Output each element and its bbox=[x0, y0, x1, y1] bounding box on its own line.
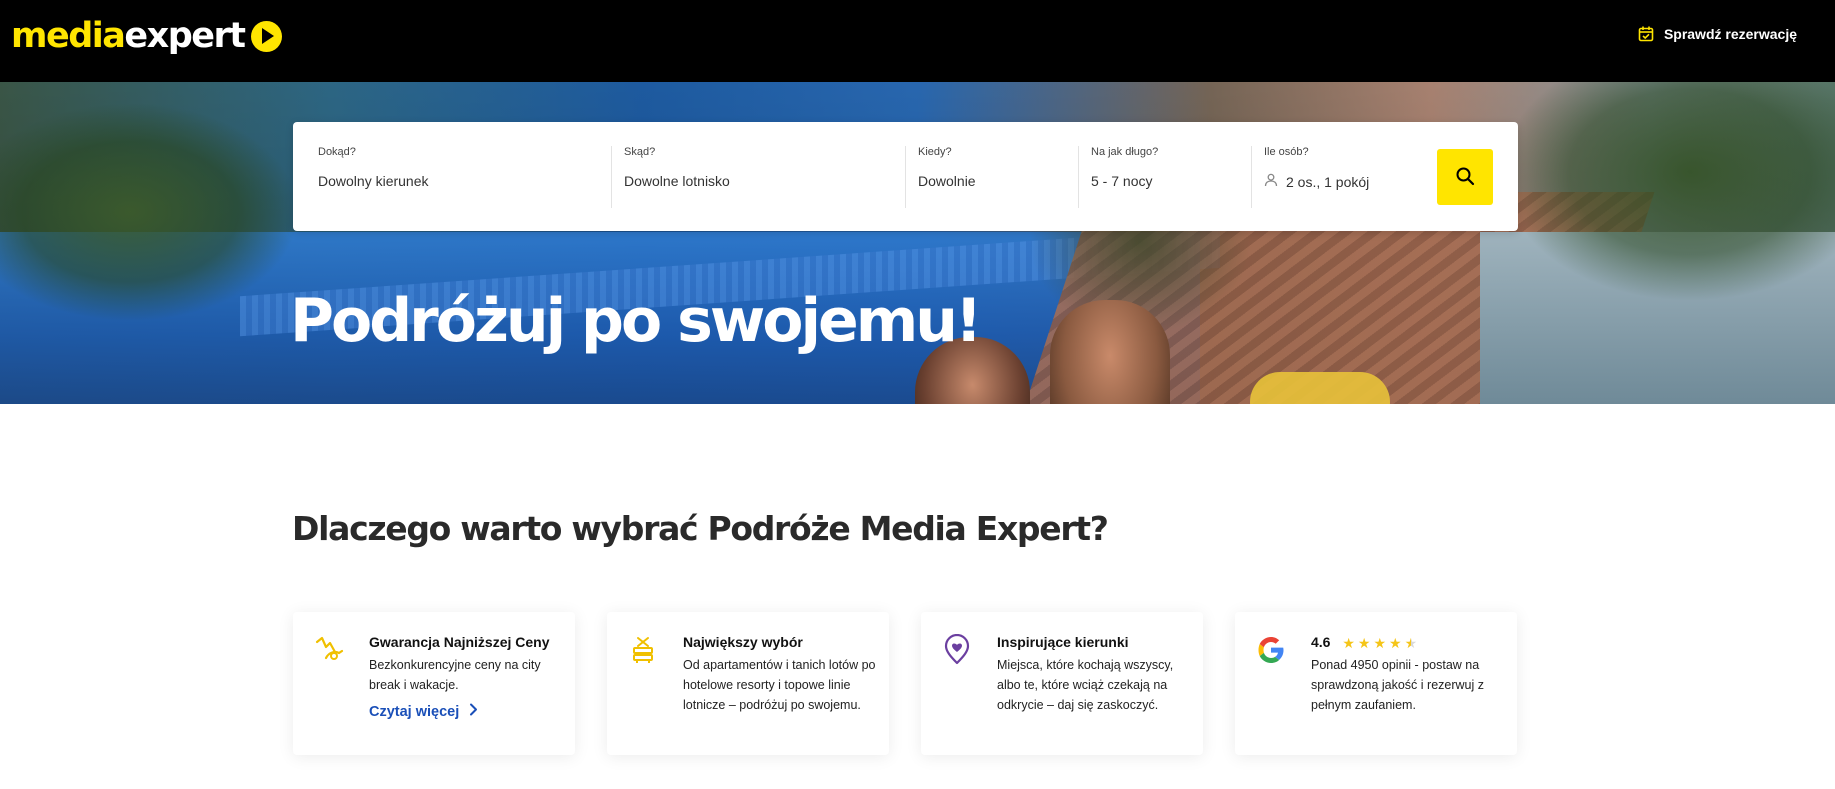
card-description: Bezkonkurencyjne ceny na city break i wa… bbox=[369, 658, 541, 692]
guests-value: 2 os., 1 pokój bbox=[1286, 173, 1370, 190]
guests-field[interactable]: Ile osób? 2 os., 1 pokój bbox=[1264, 146, 1424, 208]
feature-card-inspiring-destinations: Inspirujące kierunki Miejsca, które koch… bbox=[921, 612, 1203, 755]
search-button[interactable] bbox=[1437, 149, 1493, 205]
search-panel: Dokąd? Dowolny kierunek Skąd? Dowolne lo… bbox=[293, 122, 1518, 231]
divider bbox=[611, 146, 612, 208]
duration-value: 5 - 7 nocy bbox=[1091, 173, 1153, 189]
date-value: Dowolnie bbox=[918, 173, 976, 189]
hero-title: Podróżuj po swojemu! bbox=[290, 286, 982, 356]
star-icon: ★ bbox=[1373, 635, 1387, 652]
destination-field[interactable]: Dokąd? Dowolny kierunek bbox=[318, 146, 588, 208]
date-field[interactable]: Kiedy? Dowolnie bbox=[918, 146, 1078, 208]
logo-text-media: media bbox=[11, 16, 126, 56]
card-title: Gwarancja Najniższej Ceny bbox=[369, 634, 550, 650]
duration-label: Na jak długo? bbox=[1091, 146, 1159, 158]
departure-field[interactable]: Skąd? Dowolne lotnisko bbox=[624, 146, 894, 208]
card-description: Ponad 4950 opinii - postaw na sprawdzoną… bbox=[1311, 658, 1484, 712]
beach-chair-icon bbox=[627, 634, 659, 666]
rating-row: 4.6 ★ ★ ★ ★ ★ bbox=[1311, 634, 1417, 650]
card-description: Od apartamentów i tanich lotów po hotelo… bbox=[683, 658, 876, 712]
star-icon: ★ bbox=[1342, 635, 1355, 652]
check-reservation-link[interactable]: Sprawdź rezerwację bbox=[1638, 26, 1797, 42]
divider bbox=[1251, 146, 1252, 208]
departure-value: Dowolne lotnisko bbox=[624, 173, 730, 189]
feature-card-biggest-choice: Największy wybór Od apartamentów i tanic… bbox=[607, 612, 889, 755]
check-reservation-label: Sprawdź rezerwację bbox=[1663, 26, 1797, 42]
star-icon: ★ bbox=[1389, 635, 1402, 652]
destination-label: Dokąd? bbox=[318, 146, 356, 158]
half-star-icon: ★ bbox=[1404, 635, 1418, 652]
duration-field[interactable]: Na jak długo? 5 - 7 nocy bbox=[1091, 146, 1251, 208]
star-rating: ★ ★ ★ ★ ★ bbox=[1342, 636, 1417, 650]
divider bbox=[905, 146, 906, 208]
heart-location-icon bbox=[941, 634, 973, 666]
read-more-link[interactable]: Czytaj więcej bbox=[369, 703, 478, 720]
logo-play-icon bbox=[250, 20, 282, 52]
lowest-price-icon bbox=[313, 634, 345, 666]
read-more-label: Czytaj więcej bbox=[369, 703, 460, 720]
card-title: Inspirujące kierunki bbox=[997, 634, 1129, 650]
destination-value: Dowolny kierunek bbox=[318, 173, 429, 189]
media-expert-logo[interactable]: media expert bbox=[11, 14, 282, 58]
star-icon: ★ bbox=[1357, 635, 1371, 652]
person-icon bbox=[1264, 173, 1278, 190]
chevron-right-icon bbox=[469, 703, 478, 720]
card-description: Miejsca, które kochają wszyscy, albo te,… bbox=[997, 658, 1174, 712]
departure-label: Skąd? bbox=[624, 146, 656, 158]
logo-text-expert: expert bbox=[124, 16, 246, 56]
date-label: Kiedy? bbox=[918, 146, 952, 158]
section-title: Dlaczego warto wybrać Podróże Media Expe… bbox=[292, 509, 1109, 548]
feature-card-google-rating: 4.6 ★ ★ ★ ★ ★ Ponad 4950 opinii - postaw… bbox=[1235, 612, 1517, 755]
divider bbox=[1078, 146, 1079, 208]
guests-label: Ile osób? bbox=[1264, 146, 1309, 158]
calendar-check-icon bbox=[1638, 26, 1654, 42]
top-header: media expert Sprawdź rezerwację bbox=[0, 0, 1835, 82]
feature-card-lowest-price: Gwarancja Najniższej Ceny Bezkonkurencyj… bbox=[293, 612, 575, 755]
google-icon bbox=[1255, 634, 1287, 666]
guests-value-row: 2 os., 1 pokój bbox=[1264, 173, 1369, 190]
rating-value: 4.6 bbox=[1311, 634, 1331, 650]
card-title: Największy wybór bbox=[683, 634, 803, 650]
search-icon bbox=[1455, 166, 1475, 189]
